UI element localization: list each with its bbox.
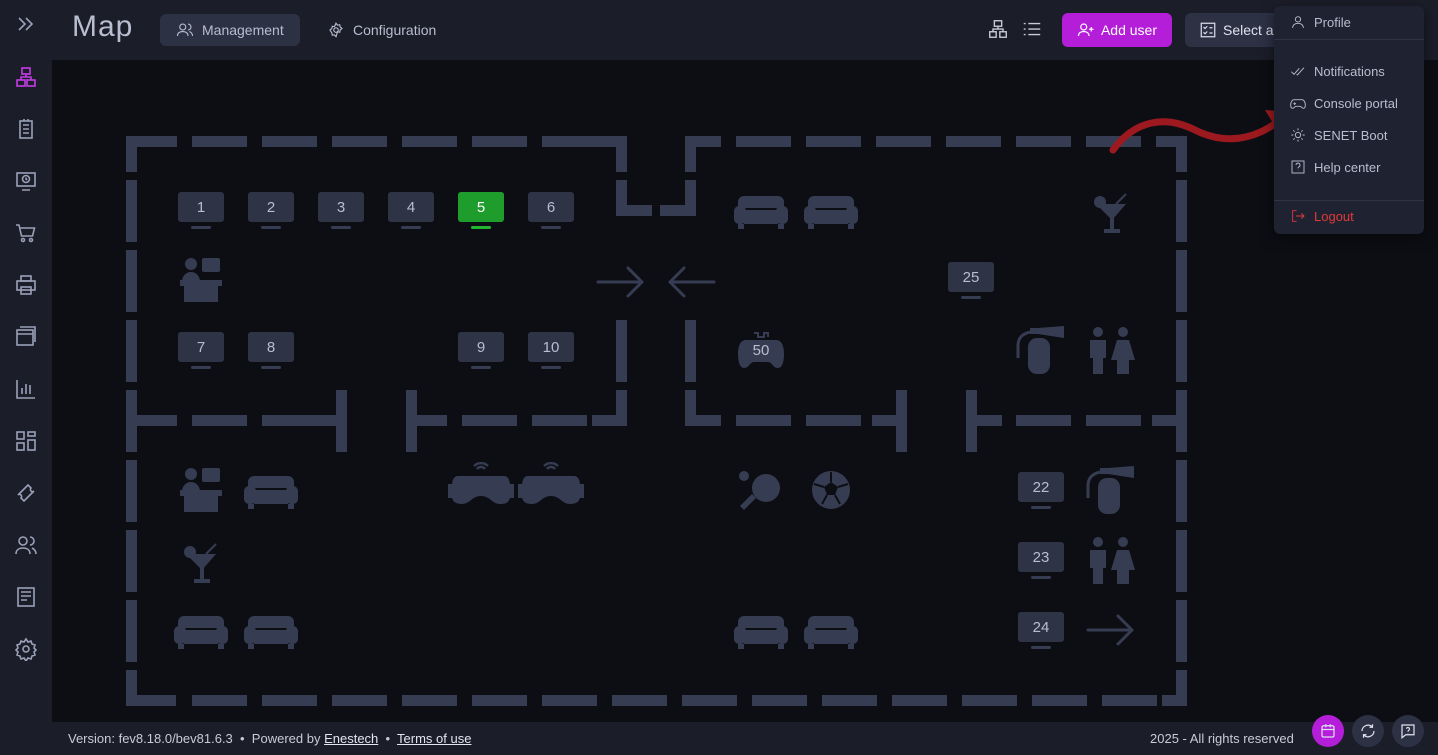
menu-item-profile[interactable]: Profile bbox=[1274, 7, 1424, 37]
pc-24[interactable]: 24 bbox=[1018, 612, 1064, 649]
sessions-icon[interactable] bbox=[12, 167, 40, 195]
refresh-icon bbox=[1361, 724, 1375, 738]
pc-label: 9 bbox=[458, 332, 504, 362]
pc-2[interactable]: 2 bbox=[248, 192, 294, 229]
annotation-arrow bbox=[1105, 100, 1295, 165]
user-menu: Profile Notifications Console portal SEN… bbox=[1274, 6, 1424, 234]
tab-configuration-label: Configuration bbox=[353, 22, 437, 38]
calendar-icon bbox=[1321, 724, 1335, 738]
menu-item-help-center[interactable]: Help center bbox=[1274, 152, 1424, 182]
pc-label: 4 bbox=[388, 192, 434, 222]
version-text: Version: fev8.18.0/bev81.6.3 bbox=[68, 731, 233, 746]
calendar-button[interactable] bbox=[1312, 715, 1344, 747]
sidebar bbox=[0, 0, 52, 755]
pc-label: 23 bbox=[1018, 542, 1064, 572]
gamepad-icon bbox=[1290, 99, 1306, 109]
boot-gear-icon bbox=[1291, 128, 1305, 142]
ticket-icon[interactable] bbox=[12, 479, 40, 507]
menu-item-logout[interactable]: Logout bbox=[1274, 201, 1424, 231]
users-icon bbox=[176, 23, 194, 37]
menu-item-senet-boot[interactable]: SENET Boot bbox=[1274, 120, 1424, 150]
pc-7[interactable]: 7 bbox=[178, 332, 224, 369]
terms-link[interactable]: Terms of use bbox=[397, 731, 471, 746]
header: Map Management Configuration Add user Se… bbox=[52, 0, 1438, 60]
pc-label: 7 bbox=[178, 332, 224, 362]
tab-management-label: Management bbox=[202, 22, 284, 38]
pc-label: 10 bbox=[528, 332, 574, 362]
news-icon[interactable] bbox=[12, 583, 40, 611]
select-all-label: Select all bbox=[1223, 22, 1280, 38]
menu-item-label: Profile bbox=[1314, 14, 1351, 30]
pc-10[interactable]: 10 bbox=[528, 332, 574, 369]
footer-info: Version: fev8.18.0/bev81.6.3 • Powered b… bbox=[68, 731, 472, 746]
pc-label: 8 bbox=[248, 332, 294, 362]
refresh-button[interactable] bbox=[1352, 715, 1384, 747]
map-view-icon[interactable] bbox=[987, 18, 1011, 42]
menu-item-console-portal[interactable]: Console portal bbox=[1274, 88, 1424, 118]
menu-item-label: Help center bbox=[1314, 159, 1381, 175]
reports-icon[interactable] bbox=[12, 375, 40, 403]
menu-item-label: SENET Boot bbox=[1314, 127, 1388, 143]
pc-label: 6 bbox=[528, 192, 574, 222]
cart-icon[interactable] bbox=[12, 219, 40, 247]
footer: Version: fev8.18.0/bev81.6.3 • Powered b… bbox=[52, 722, 1438, 755]
pc-3[interactable]: 3 bbox=[318, 192, 364, 229]
printer-icon[interactable] bbox=[12, 271, 40, 299]
pc-label: 24 bbox=[1018, 612, 1064, 642]
question-icon bbox=[1291, 160, 1305, 174]
help-button[interactable] bbox=[1392, 715, 1424, 747]
machines-icon[interactable] bbox=[12, 115, 40, 143]
powered-by-text: Powered by bbox=[251, 731, 321, 746]
settings-icon[interactable] bbox=[12, 635, 40, 663]
pc-23[interactable]: 23 bbox=[1018, 542, 1064, 579]
add-user-label: Add user bbox=[1100, 22, 1158, 38]
pc-label: 2 bbox=[248, 192, 294, 222]
pc-label: 1 bbox=[178, 192, 224, 222]
add-user-icon bbox=[1077, 23, 1094, 37]
rights-text: 2025 - All rights reserved bbox=[1150, 731, 1294, 746]
windows-icon[interactable] bbox=[12, 323, 40, 351]
help-chat-icon bbox=[1401, 724, 1415, 739]
pc-25[interactable]: 25 bbox=[948, 262, 994, 299]
gear-icon bbox=[329, 22, 343, 38]
pc-1[interactable]: 1 bbox=[178, 192, 224, 229]
company-link[interactable]: Enestech bbox=[324, 731, 378, 746]
pc-label: 22 bbox=[1018, 472, 1064, 502]
pc-label: 25 bbox=[948, 262, 994, 292]
tab-configuration[interactable]: Configuration bbox=[311, 14, 452, 46]
double-check-icon bbox=[1291, 67, 1305, 76]
pc-5[interactable]: 5 bbox=[458, 192, 504, 229]
users-sidebar-icon[interactable] bbox=[12, 531, 40, 559]
menu-item-label: Console portal bbox=[1314, 95, 1398, 111]
console-50[interactable]: 50 bbox=[736, 330, 786, 372]
dashboard-icon[interactable] bbox=[12, 427, 40, 455]
add-user-button[interactable]: Add user bbox=[1062, 13, 1172, 47]
map-icon[interactable] bbox=[12, 63, 40, 91]
list-view-icon[interactable] bbox=[1021, 18, 1045, 42]
pc-8[interactable]: 8 bbox=[248, 332, 294, 369]
pc-label: 5 bbox=[458, 192, 504, 222]
pc-label: 3 bbox=[318, 192, 364, 222]
menu-item-label: Notifications bbox=[1314, 63, 1385, 79]
menu-item-notifications[interactable]: Notifications bbox=[1274, 56, 1424, 86]
expand-sidebar-icon[interactable] bbox=[12, 10, 40, 38]
console-label: 50 bbox=[752, 342, 770, 359]
checklist-icon bbox=[1200, 22, 1216, 38]
menu-item-label: Logout bbox=[1314, 208, 1354, 224]
user-icon bbox=[1292, 16, 1304, 29]
pc-9[interactable]: 9 bbox=[458, 332, 504, 369]
tab-management[interactable]: Management bbox=[160, 14, 300, 46]
pc-6[interactable]: 6 bbox=[528, 192, 574, 229]
pc-22[interactable]: 22 bbox=[1018, 472, 1064, 509]
pc-4[interactable]: 4 bbox=[388, 192, 434, 229]
page-title: Map bbox=[72, 10, 134, 43]
logout-icon bbox=[1292, 210, 1305, 222]
